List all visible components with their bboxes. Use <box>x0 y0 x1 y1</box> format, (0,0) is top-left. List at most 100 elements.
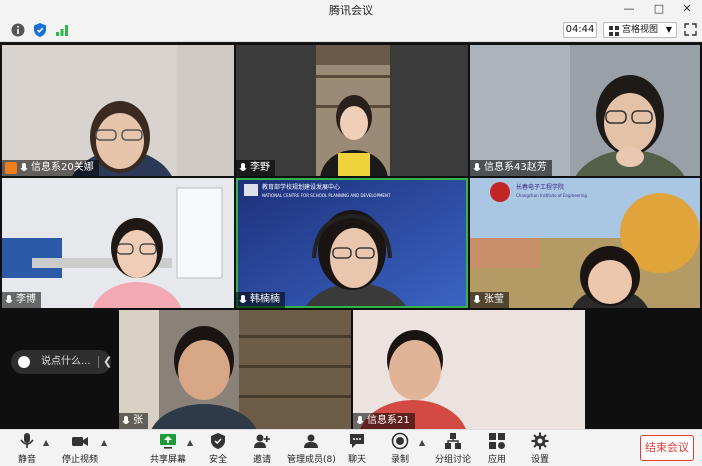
chat-input[interactable]: 说点什么... ❮ <box>11 350 112 374</box>
manage-members-button[interactable]: 管理成员(8) <box>287 432 336 466</box>
stop-video-button[interactable]: 停止视频 <box>62 432 98 466</box>
participant-name-tag: 韩楠楠 <box>236 292 285 308</box>
chevron-up-icon[interactable]: ▲ <box>101 438 107 447</box>
invite-button[interactable]: 邀请 <box>250 432 274 466</box>
chevron-up-icon[interactable]: ▲ <box>419 438 425 447</box>
microphone-icon <box>5 294 13 303</box>
breakout-icon <box>445 433 461 449</box>
microphone-icon <box>473 294 481 303</box>
fullscreen-icon[interactable] <box>684 23 697 36</box>
participant-name: 李博 <box>16 294 36 305</box>
shield-icon[interactable] <box>32 22 48 38</box>
top-toolbar: 04:44 宫格视图 ▼ <box>0 18 702 42</box>
security-label: 安全 <box>208 455 227 465</box>
participant-name-tag: 信息系20关娜 <box>2 160 99 176</box>
college-banner: 长春电子工程学院 Changchun Institute of Engineer… <box>516 184 587 200</box>
add-user-icon <box>254 434 270 448</box>
divider <box>98 356 99 368</box>
participant-name-tag: 张莹 <box>470 292 509 308</box>
view-mode-button[interactable]: 宫格视图 ▼ <box>603 22 677 38</box>
info-icon[interactable] <box>10 22 26 38</box>
share-screen-icon <box>160 434 176 449</box>
mute-button[interactable]: 静音 <box>12 432 42 466</box>
emoji-icon[interactable] <box>18 356 30 368</box>
chevron-up-icon[interactable]: ▲ <box>187 438 193 447</box>
participant-name-tag: 信息系21 <box>353 413 415 429</box>
title-bar: 腾讯会议 — □ ✕ <box>0 0 702 18</box>
apps-button[interactable]: 应用 <box>485 432 509 466</box>
apps-icon <box>489 433 505 449</box>
banner-subtitle: NATIONAL CENTRE FOR SCHOOL PLANNING AND … <box>262 193 391 198</box>
participant-video <box>2 178 234 308</box>
record-icon <box>391 432 409 450</box>
share-screen-label: 共享屏幕 <box>150 455 187 465</box>
chevron-up-icon[interactable]: ▲ <box>43 438 49 447</box>
participant-name: 张 <box>133 415 143 426</box>
participant-video <box>236 45 468 176</box>
participant-video <box>353 310 585 429</box>
chat-placeholder: 说点什么... <box>41 356 91 367</box>
video-tile[interactable]: 李野 <box>236 45 468 176</box>
video-grid: 信息系20关娜 李野 信息系43赵芳 李博 教育部学校规划建设发展中心 NATI… <box>0 43 702 429</box>
participant-name-tag: 信息系43赵芳 <box>470 160 552 176</box>
video-tile[interactable]: 李博 <box>2 178 234 308</box>
record-button[interactable]: 录制 <box>388 432 412 466</box>
microphone-icon <box>20 162 28 171</box>
microphone-icon <box>356 415 364 424</box>
microphone-icon <box>239 294 247 303</box>
apps-label: 应用 <box>487 455 506 465</box>
signal-icon[interactable] <box>54 22 70 38</box>
security-button[interactable]: 安全 <box>206 432 230 466</box>
share-screen-button[interactable]: 共享屏幕 <box>150 432 186 466</box>
chat-button[interactable]: 聊天 <box>345 432 369 466</box>
stop-video-label: 停止视频 <box>62 455 99 465</box>
minimize-icon[interactable]: — <box>618 0 640 18</box>
mute-label: 静音 <box>17 455 36 465</box>
members-icon <box>304 434 318 448</box>
video-tile[interactable]: 张 <box>119 310 351 429</box>
video-tile[interactable]: 信息系43赵芳 <box>470 45 700 176</box>
settings-button[interactable]: 设置 <box>528 432 552 466</box>
view-mode-label: 宫格视图 <box>622 25 659 35</box>
meeting-window: 腾讯会议 — □ ✕ 04:44 宫格视图 ▼ 信息系20关娜 李野 信息系43… <box>0 0 702 466</box>
microphone-icon <box>122 415 130 424</box>
video-tile[interactable]: 长春电子工程学院 Changchun Institute of Engineer… <box>470 178 700 308</box>
record-label: 录制 <box>390 455 409 465</box>
participant-name-tag: 李野 <box>236 160 275 176</box>
video-tile[interactable]: 信息系20关娜 <box>2 45 234 176</box>
participant-video <box>470 45 700 176</box>
window-title: 腾讯会议 <box>329 4 373 17</box>
microphone-icon <box>239 162 247 171</box>
chat-icon <box>350 434 364 448</box>
chat-label: 聊天 <box>347 455 366 465</box>
maximize-icon[interactable]: □ <box>648 0 670 18</box>
meeting-timer: 04:44 <box>563 22 597 38</box>
settings-label: 设置 <box>530 455 549 465</box>
participant-name: 李野 <box>250 162 270 173</box>
breakout-label: 分组讨论 <box>435 455 472 465</box>
manage-members-label: 管理成员(8) <box>287 455 336 465</box>
gear-icon <box>531 432 549 450</box>
participant-video <box>2 45 234 176</box>
camera-icon <box>72 437 88 446</box>
participant-name: 信息系43赵芳 <box>484 162 547 173</box>
end-meeting-button[interactable]: 结束会议 <box>640 435 694 461</box>
close-icon[interactable]: ✕ <box>676 0 698 18</box>
banner-title: 教育部学校规划建设发展中心 <box>262 184 341 191</box>
backdrop-banner: 教育部学校规划建设发展中心 NATIONAL CENTRE FOR SCHOOL… <box>262 184 390 200</box>
microphone-icon <box>20 433 34 448</box>
video-tile[interactable]: 教育部学校规划建设发展中心 NATIONAL CENTRE FOR SCHOOL… <box>236 178 468 308</box>
participant-name: 信息系20关娜 <box>31 162 94 173</box>
host-icon <box>5 162 17 174</box>
breakout-button[interactable]: 分组讨论 <box>435 432 471 466</box>
college-subtitle: Changchun Institute of Engineering <box>516 193 587 198</box>
participant-name: 韩楠楠 <box>250 294 280 305</box>
bottom-toolbar: 静音 ▲ 停止视频 ▲ 共享屏幕 ▲ 安全 邀请 管理成员(8) 聊天 录制 ▲… <box>0 429 702 466</box>
video-tile[interactable]: 信息系21 <box>353 310 585 429</box>
participant-name-tag: 李博 <box>2 292 41 308</box>
shield-icon <box>211 433 225 449</box>
participant-name: 张莹 <box>484 294 504 305</box>
chevron-left-icon[interactable]: ❮ <box>103 350 112 374</box>
invite-label: 邀请 <box>252 455 271 465</box>
grid-view-icon <box>609 26 619 36</box>
